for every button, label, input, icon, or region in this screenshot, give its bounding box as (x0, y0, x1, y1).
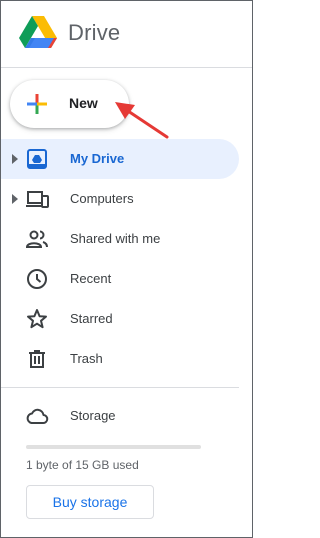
sidebar-item-label: Shared with me (70, 231, 161, 246)
header: Drive (1, 1, 252, 68)
expand-caret-icon[interactable] (11, 153, 19, 165)
cloud-icon (26, 408, 49, 424)
divider (1, 387, 239, 388)
sidebar-item-trash[interactable]: Trash (1, 339, 239, 379)
buy-storage-button[interactable]: Buy storage (26, 485, 154, 519)
expand-caret-icon[interactable] (11, 193, 19, 205)
sidebar-item-label: Trash (70, 351, 103, 366)
sidebar-item-label: Storage (70, 408, 116, 423)
sidebar-item-shared-with-me[interactable]: Shared with me (1, 219, 239, 259)
red-arrow-icon (115, 102, 169, 139)
new-button-label: New (69, 95, 98, 111)
sidebar-item-label: Recent (70, 271, 112, 286)
clock-icon (27, 269, 47, 289)
computers-icon (26, 191, 49, 208)
drive-sidebar: Drive New My Drive Computers Shared with… (0, 0, 253, 538)
plus-icon (27, 94, 47, 114)
sidebar-item-label: My Drive (70, 151, 125, 166)
sidebar-item-label: Computers (70, 191, 134, 206)
my-drive-icon (27, 149, 47, 169)
shared-with-me-icon (25, 230, 48, 248)
sidebar-item-computers[interactable]: Computers (1, 179, 239, 219)
sidebar-item-storage[interactable]: Storage (1, 396, 239, 436)
sidebar-item-starred[interactable]: Starred (1, 299, 239, 339)
storage-usage-text: 1 byte of 15 GB used (26, 458, 139, 472)
sidebar-item-recent[interactable]: Recent (1, 259, 239, 299)
trash-icon (29, 350, 45, 368)
sidebar-item-my-drive[interactable]: My Drive (1, 139, 239, 179)
star-icon (27, 309, 47, 329)
google-drive-logo-icon[interactable] (19, 16, 57, 50)
sidebar-item-label: Starred (70, 311, 113, 326)
app-title: Drive (68, 20, 121, 45)
storage-usage-bar (26, 445, 201, 449)
